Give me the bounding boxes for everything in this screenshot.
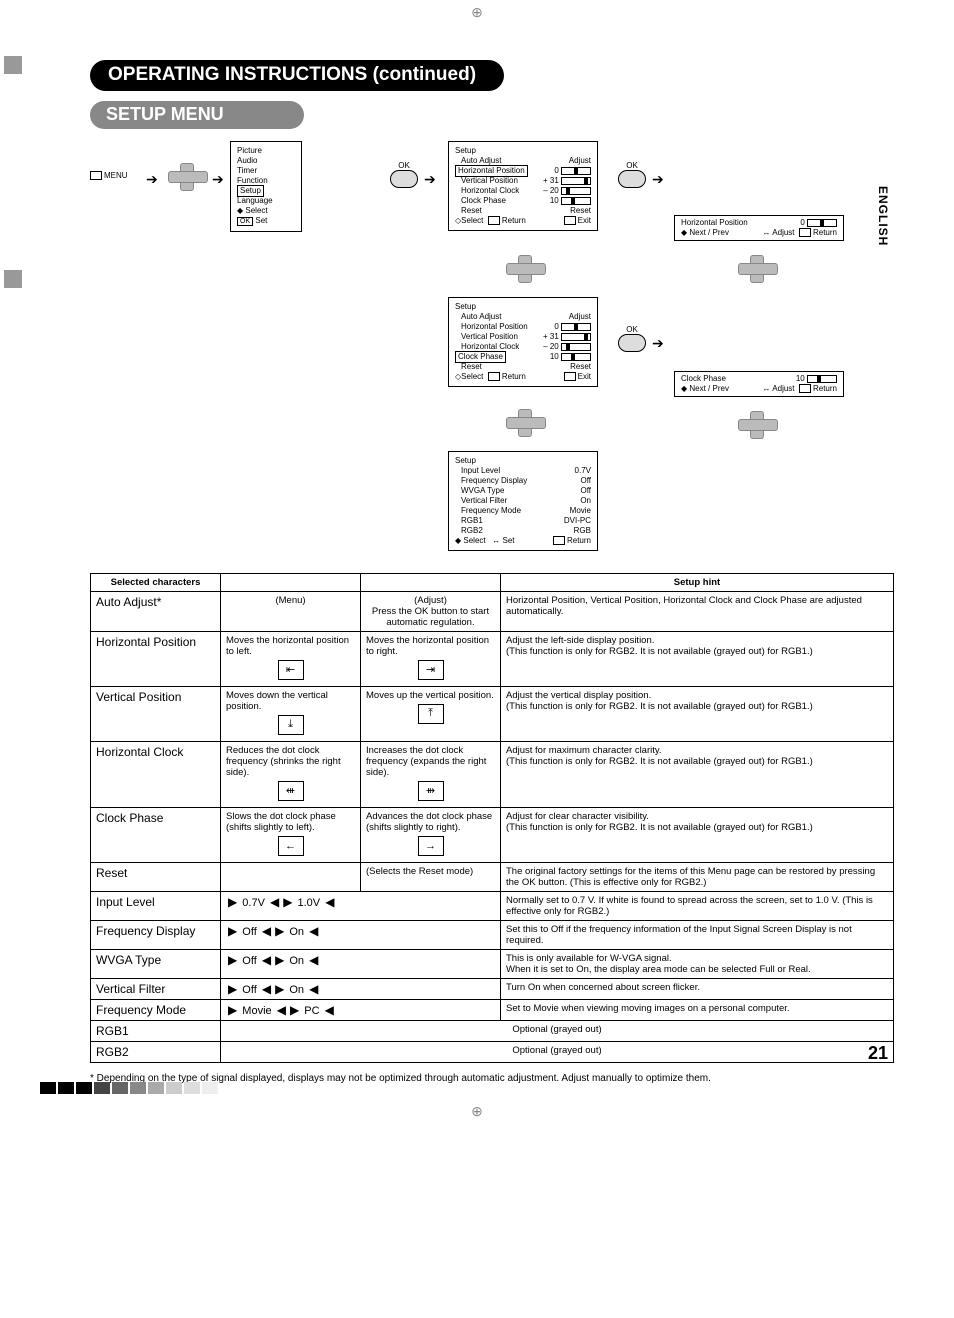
cursor-pad-icon xyxy=(506,255,544,284)
toggle-cell: ▶ Off ◀▶ On ◀ xyxy=(221,950,501,979)
row-span: Optional (grayed out) xyxy=(221,1021,894,1042)
language-tab: ENGLISH xyxy=(876,186,890,246)
table-row: Input Level▶ 0.7V ◀▶ 1.0V ◀Normally set … xyxy=(91,892,894,921)
osd-adjust-bar-hp: Horizontal Position0 ◆ Next / Prev↔ Adju… xyxy=(674,215,844,241)
table-row: Frequency Mode▶ Movie ◀▶ PC ◀Set to Movi… xyxy=(91,1000,894,1021)
toggle-cell: ▶ Movie ◀▶ PC ◀ xyxy=(221,1000,501,1021)
toggle-cell: ▶ Off ◀▶ On ◀ xyxy=(221,979,501,1000)
row-label: Horizontal Clock xyxy=(91,742,221,808)
row-label: WVGA Type xyxy=(91,950,221,979)
left-cell: Moves the horizontal position to left.⇤ xyxy=(221,632,361,687)
cursor-pad-icon xyxy=(506,409,544,438)
table-row: Auto Adjust*(Menu)(Adjust) Press the OK … xyxy=(91,592,894,632)
arrow-right-icon: ➔ xyxy=(424,171,436,188)
table-row: RGB2Optional (grayed out) xyxy=(91,1042,894,1063)
ok-key-icon: OK xyxy=(618,161,646,188)
table-row: Vertical Filter▶ Off ◀▶ On ◀Turn On when… xyxy=(91,979,894,1000)
hint-cell: This is only available for W-VGA signal.… xyxy=(501,950,894,979)
cursor-pad-icon xyxy=(738,255,776,284)
registration-mark-bottom: ⊕ xyxy=(471,1103,483,1120)
osd-setup-menu-b: Setup Auto AdjustAdjust Horizontal Posit… xyxy=(448,297,598,387)
margin-block-icon xyxy=(4,56,22,74)
row-label: Clock Phase xyxy=(91,808,221,863)
osd-flow-diagram: MENU ➔ ➔ Picture Audio Timer Function Se… xyxy=(90,141,850,561)
arrow-right-icon: ➔ xyxy=(146,171,158,188)
right-cell: Advances the dot clock phase (shifts sli… xyxy=(361,808,501,863)
margin-block-icon xyxy=(4,270,22,288)
left-cell: Reduces the dot clock frequency (shrinks… xyxy=(221,742,361,808)
row-label: Auto Adjust* xyxy=(91,592,221,632)
cursor-pad-icon xyxy=(738,411,776,440)
row-label: RGB2 xyxy=(91,1042,221,1063)
right-cell: (Selects the Reset mode) xyxy=(361,863,501,892)
hint-cell: Adjust the vertical display position. (T… xyxy=(501,687,894,742)
osd-adjust-bar-cp: Clock Phase10 ◆ Next / Prev↔ Adjust Retu… xyxy=(674,371,844,397)
hint-cell: Adjust for maximum character clarity. (T… xyxy=(501,742,894,808)
right-cell: Moves the horizontal position to right.⇥ xyxy=(361,632,501,687)
osd-setup-menu-a: Setup Auto AdjustAdjust Horizontal Posit… xyxy=(448,141,598,231)
row-label: Frequency Display xyxy=(91,921,221,950)
col-header: Setup hint xyxy=(501,574,894,592)
registration-mark-top: ⊕ xyxy=(471,4,483,21)
row-label: RGB1 xyxy=(91,1021,221,1042)
row-label: Vertical Filter xyxy=(91,979,221,1000)
hint-cell: Set to Movie when viewing moving images … xyxy=(501,1000,894,1021)
table-row: Horizontal PositionMoves the horizontal … xyxy=(91,632,894,687)
col-header: Selected characters xyxy=(91,574,221,592)
hint-cell: Turn On when concerned about screen flic… xyxy=(501,979,894,1000)
left-cell xyxy=(221,863,361,892)
left-cell: Moves down the vertical position.⤓ xyxy=(221,687,361,742)
hint-cell: Adjust for clear character visibility. (… xyxy=(501,808,894,863)
hint-cell: Normally set to 0.7 V. If white is found… xyxy=(501,892,894,921)
table-row: Clock PhaseSlows the dot clock phase (sh… xyxy=(91,808,894,863)
arrow-right-icon: ➔ xyxy=(212,171,224,188)
table-row: Horizontal ClockReduces the dot clock fr… xyxy=(91,742,894,808)
setup-reference-table: Selected characters Setup hint Auto Adju… xyxy=(90,573,894,1063)
row-span: Optional (grayed out) xyxy=(221,1042,894,1063)
row-label: Input Level xyxy=(91,892,221,921)
cursor-pad-icon xyxy=(168,163,206,192)
right-cell: Moves up the vertical position.⤒ xyxy=(361,687,501,742)
ok-key-icon: OK xyxy=(618,325,646,352)
osd-main-menu: Picture Audio Timer Function Setup Langu… xyxy=(230,141,302,232)
page-title: OPERATING INSTRUCTIONS (continued) xyxy=(90,60,504,91)
table-row: Reset (Selects the Reset mode)The origina… xyxy=(91,863,894,892)
hint-cell: Set this to Off if the frequency informa… xyxy=(501,921,894,950)
row-label: Frequency Mode xyxy=(91,1000,221,1021)
table-row: Vertical PositionMoves down the vertical… xyxy=(91,687,894,742)
row-label: Reset xyxy=(91,863,221,892)
hint-cell: The original factory settings for the it… xyxy=(501,863,894,892)
page-number: 21 xyxy=(868,1043,888,1064)
toggle-cell: ▶ 0.7V ◀▶ 1.0V ◀ xyxy=(221,892,501,921)
arrow-right-icon: ➔ xyxy=(652,171,664,188)
toggle-cell: ▶ Off ◀▶ On ◀ xyxy=(221,921,501,950)
left-cell: (Menu) xyxy=(221,592,361,632)
menu-key-icon: MENU xyxy=(90,171,128,180)
hint-cell: Horizontal Position, Vertical Position, … xyxy=(501,592,894,632)
row-label: Vertical Position xyxy=(91,687,221,742)
col-header xyxy=(361,574,501,592)
section-title: SETUP MENU xyxy=(90,101,304,129)
ok-key-icon: OK xyxy=(390,161,418,188)
right-cell: Increases the dot clock frequency (expan… xyxy=(361,742,501,808)
footer-stripe-icon xyxy=(40,1082,218,1094)
table-row: WVGA Type▶ Off ◀▶ On ◀This is only avail… xyxy=(91,950,894,979)
table-row: RGB1Optional (grayed out) xyxy=(91,1021,894,1042)
osd-setup-menu-page2: Setup Input Level0.7V Frequency DisplayO… xyxy=(448,451,598,551)
right-cell: (Adjust) Press the OK button to start au… xyxy=(361,592,501,632)
col-header xyxy=(221,574,361,592)
arrow-right-icon: ➔ xyxy=(652,335,664,352)
left-cell: Slows the dot clock phase (shifts slight… xyxy=(221,808,361,863)
table-row: Frequency Display▶ Off ◀▶ On ◀Set this t… xyxy=(91,921,894,950)
row-label: Horizontal Position xyxy=(91,632,221,687)
hint-cell: Adjust the left-side display position. (… xyxy=(501,632,894,687)
table-header-row: Selected characters Setup hint xyxy=(91,574,894,592)
